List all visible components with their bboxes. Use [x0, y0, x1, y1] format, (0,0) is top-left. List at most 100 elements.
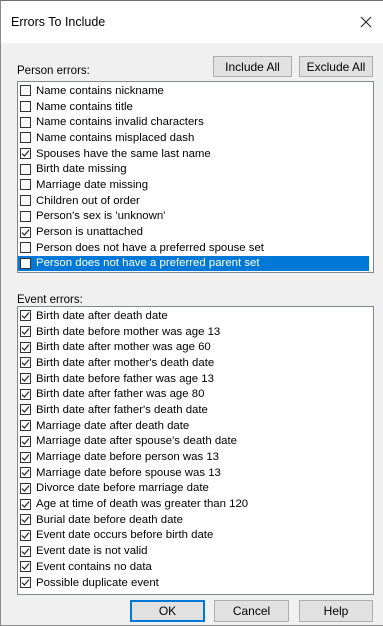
error-item-label: Name contains title: [36, 100, 133, 113]
error-item-label: Burial date before death date: [36, 513, 183, 526]
checkbox[interactable]: [20, 529, 31, 541]
event-error-item[interactable]: Divorce date before marriage date: [18, 481, 369, 497]
error-item-label: Event contains no data: [36, 560, 152, 573]
checkbox[interactable]: [20, 257, 31, 269]
checkmark-icon: [21, 406, 30, 414]
exclude-all-button[interactable]: Exclude All: [299, 56, 373, 77]
person-error-item[interactable]: Name contains invalid characters: [18, 114, 369, 130]
checkmark-icon: [21, 453, 30, 461]
checkmark-icon: [21, 228, 30, 236]
checkbox[interactable]: [20, 357, 31, 369]
checkmark-icon: [21, 328, 30, 335]
error-item-label: Event date is not valid: [36, 545, 148, 558]
event-error-item[interactable]: Marriage date after death date: [18, 418, 369, 434]
checkbox[interactable]: [20, 101, 31, 113]
error-item-label: Birth date after mother's death date: [36, 356, 215, 369]
person-error-item[interactable]: Birth date missing: [18, 161, 369, 177]
checkbox[interactable]: [20, 467, 31, 479]
error-item-label: Marriage date after spouse's death date: [36, 435, 238, 448]
checkmark-icon: [21, 438, 30, 445]
checkbox[interactable]: [20, 420, 31, 432]
checkbox[interactable]: [20, 132, 31, 144]
checkbox[interactable]: [20, 561, 31, 573]
checkbox[interactable]: [20, 163, 31, 175]
checkbox[interactable]: [20, 451, 31, 463]
event-error-item[interactable]: Birth date before father was age 13: [18, 371, 369, 387]
checkmark-icon: [21, 359, 30, 367]
checkbox[interactable]: [20, 404, 31, 416]
event-error-item[interactable]: Event contains no data: [18, 559, 369, 575]
checkbox[interactable]: [20, 226, 31, 238]
event-error-item[interactable]: Possible duplicate event: [18, 575, 369, 591]
checkbox[interactable]: [20, 435, 31, 447]
error-item-label: Person does not have a preferred parent …: [36, 257, 260, 270]
checkbox[interactable]: [20, 148, 31, 160]
error-item-label: Name contains nickname: [36, 84, 164, 97]
checkbox[interactable]: [20, 179, 31, 191]
checkbox[interactable]: [20, 482, 31, 494]
checkbox[interactable]: [20, 373, 31, 385]
checkbox[interactable]: [20, 210, 31, 222]
checkbox[interactable]: [20, 310, 31, 322]
checkmark-icon: [21, 390, 30, 398]
checkbox[interactable]: [20, 545, 31, 557]
event-error-item[interactable]: Birth date after death date: [18, 308, 369, 324]
error-item-label: Marriage date before person was 13: [36, 451, 219, 464]
event-error-item[interactable]: Burial date before death date: [18, 512, 369, 528]
checkbox[interactable]: [20, 388, 31, 400]
event-error-item[interactable]: Birth date after mother's death date: [18, 355, 369, 371]
error-item-label: Marriage date after death date: [36, 419, 190, 432]
person-error-item[interactable]: Spouses have the same last name: [18, 146, 369, 162]
checkbox[interactable]: [20, 498, 31, 510]
checkbox[interactable]: [20, 85, 31, 97]
event-errors-list[interactable]: Birth date after death date Birth date be…: [17, 306, 374, 595]
checkbox[interactable]: [20, 514, 31, 526]
event-error-item[interactable]: Age at time of death was greater than 12…: [18, 496, 369, 512]
checkbox[interactable]: [20, 326, 31, 338]
person-error-item[interactable]: Person does not have a preferred spouse …: [18, 240, 369, 256]
cancel-button[interactable]: Cancel: [214, 600, 289, 622]
error-item-label: Spouses have the same last name: [36, 147, 211, 160]
checkmark-icon: [21, 422, 30, 430]
checkbox[interactable]: [20, 577, 31, 589]
include-all-button[interactable]: Include All: [213, 56, 292, 77]
ok-button[interactable]: OK: [130, 600, 205, 622]
person-errors-label: Person errors:: [17, 65, 90, 77]
error-item-label: Person is unattached: [36, 226, 144, 239]
event-error-item[interactable]: Birth date before mother was age 13: [18, 324, 369, 340]
person-error-item[interactable]: Person does not have a preferred parent …: [18, 255, 369, 272]
event-error-item[interactable]: Birth date after father's death date: [18, 402, 369, 418]
event-error-item[interactable]: Birth date after mother was age 60: [18, 339, 369, 355]
error-item-label: Age at time of death was greater than 12…: [36, 498, 249, 511]
errors-to-include-dialog: Errors To Include Person errors: Include…: [0, 0, 383, 626]
event-error-item[interactable]: Marriage date after spouse's death date: [18, 434, 369, 450]
checkmark-icon: [21, 469, 30, 477]
person-error-item[interactable]: Children out of order: [18, 193, 369, 209]
help-button[interactable]: Help: [299, 600, 373, 622]
person-error-item[interactable]: Person is unattached: [18, 224, 369, 240]
checkbox[interactable]: [20, 116, 31, 128]
person-error-item[interactable]: Marriage date missing: [18, 177, 369, 193]
event-error-item[interactable]: Event date is not valid: [18, 543, 369, 559]
error-item-label: Event date occurs before birth date: [36, 529, 214, 542]
checkmark-icon: [21, 485, 30, 492]
checkmark-icon: [21, 532, 30, 539]
event-error-item[interactable]: Marriage date before person was 13: [18, 449, 369, 465]
person-errors-list[interactable]: Name contains nickname Name contains titl…: [17, 81, 374, 273]
person-error-item[interactable]: Person's sex is 'unknown': [18, 209, 369, 225]
checkbox[interactable]: [20, 195, 31, 207]
person-error-item[interactable]: Name contains misplaced dash: [18, 130, 369, 146]
person-error-item[interactable]: Name contains nickname: [18, 83, 369, 99]
error-item-label: Birth date after father was age 80: [36, 388, 205, 401]
checkbox[interactable]: [20, 242, 31, 254]
error-item-label: Birth date after father's death date: [36, 403, 208, 416]
error-item-label: Marriage date missing: [36, 178, 149, 191]
event-error-item[interactable]: Event date occurs before birth date: [18, 528, 369, 544]
title-bar: Errors To Include: [1, 1, 383, 43]
close-icon[interactable]: [353, 9, 379, 35]
checkbox[interactable]: [20, 341, 31, 353]
checkmark-icon: [21, 516, 30, 524]
event-error-item[interactable]: Marriage date before spouse was 13: [18, 465, 369, 481]
person-error-item[interactable]: Name contains title: [18, 99, 369, 115]
event-error-item[interactable]: Birth date after father was age 80: [18, 386, 369, 402]
